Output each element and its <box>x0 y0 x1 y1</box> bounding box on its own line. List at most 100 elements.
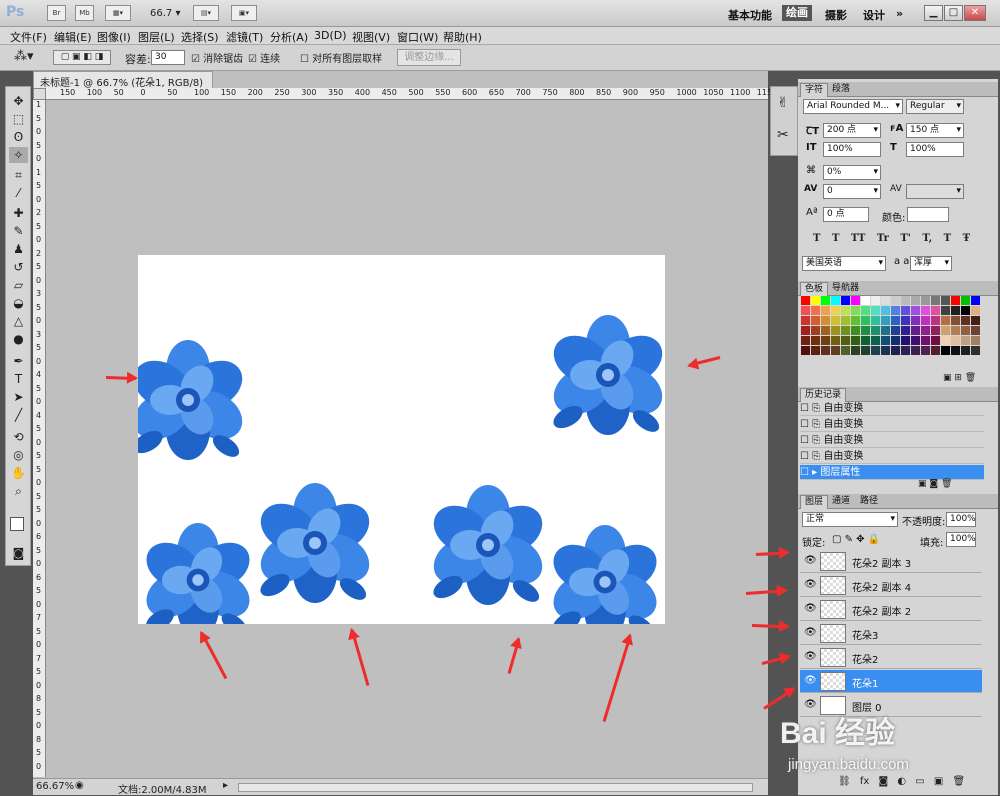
color-swatch[interactable] <box>811 346 820 355</box>
color-swatch[interactable] <box>971 306 980 315</box>
blur-tool-icon[interactable]: △ <box>9 313 28 329</box>
hand-tool-icon[interactable]: ✋ <box>9 465 28 481</box>
workspace-photography[interactable]: 摄影 <box>825 7 847 23</box>
tab-paragraph[interactable]: 段落 <box>828 83 854 97</box>
ruler-origin[interactable] <box>33 88 46 100</box>
color-swatch[interactable] <box>841 326 850 335</box>
color-swatch[interactable] <box>941 336 950 345</box>
history-item[interactable]: ☐ ⎘ 自由变换 <box>800 401 984 416</box>
opacity-input[interactable]: 100% <box>946 512 976 527</box>
line-tool-icon[interactable]: ╱ <box>9 407 28 423</box>
visibility-eye-icon[interactable]: 👁 <box>804 579 817 590</box>
color-swatch[interactable] <box>821 346 830 355</box>
color-swatch[interactable] <box>951 306 960 315</box>
color-swatch[interactable] <box>881 326 890 335</box>
language-select[interactable]: 美国英语 <box>802 256 886 271</box>
color-swatch[interactable] <box>811 316 820 325</box>
brush-presets-icon[interactable]: ✌ <box>777 95 789 111</box>
contiguous-checkbox[interactable]: ☑ 连续 <box>248 50 280 65</box>
color-swatch[interactable] <box>871 336 880 345</box>
history-item-selected[interactable]: ☐ ▸ 图层属性 <box>800 465 984 480</box>
color-swatch[interactable] <box>801 346 810 355</box>
color-swatch[interactable] <box>821 336 830 345</box>
color-swatch[interactable] <box>921 296 930 305</box>
color-swatch[interactable] <box>921 306 930 315</box>
color-swatch[interactable] <box>831 326 840 335</box>
history-item[interactable]: ☐ ⎘ 自由变换 <box>800 433 984 448</box>
color-swatch[interactable] <box>941 306 950 315</box>
menu-view[interactable]: 视图(V) <box>352 29 390 45</box>
color-swatch[interactable] <box>971 346 980 355</box>
color-swatch[interactable] <box>881 296 890 305</box>
brush-tool-icon[interactable]: ✎ <box>9 223 28 239</box>
history-panel-icons[interactable]: ▣ ◙ 🗑 <box>918 479 952 489</box>
text-style-buttons[interactable]: T T TT Tr T' T, T Ŧ <box>813 233 983 244</box>
color-swatch[interactable] <box>971 296 980 305</box>
document-tab[interactable]: 未标题-1 @ 66.7% (花朵1, RGB/8) * ⊠ <box>33 71 213 100</box>
color-swatch[interactable] <box>961 326 970 335</box>
color-swatch[interactable] <box>871 346 880 355</box>
color-swatch[interactable] <box>971 336 980 345</box>
color-swatch[interactable] <box>841 316 850 325</box>
color-swatch[interactable] <box>911 306 920 315</box>
color-swatch[interactable] <box>921 336 930 345</box>
color-swatch[interactable] <box>841 296 850 305</box>
tracking-input[interactable] <box>906 184 964 199</box>
layer-row[interactable]: 👁 花朵3 <box>800 622 982 645</box>
baseline-shift-input[interactable]: 0 点 <box>823 207 869 222</box>
color-swatch[interactable] <box>801 296 810 305</box>
workspace-design[interactable]: 设计 <box>863 7 885 23</box>
color-swatch[interactable] <box>831 316 840 325</box>
color-swatch[interactable] <box>941 346 950 355</box>
leading-input[interactable]: 150 点 <box>906 123 964 138</box>
menu-file[interactable]: 文件(F) <box>10 29 47 45</box>
menu-image[interactable]: 图像(I) <box>97 29 131 45</box>
clone-stamp-icon[interactable]: ♟ <box>9 241 28 257</box>
visibility-eye-icon[interactable]: 👁 <box>804 651 817 662</box>
color-swatch[interactable] <box>891 306 900 315</box>
color-swatch[interactable] <box>831 336 840 345</box>
color-swatch[interactable] <box>811 336 820 345</box>
zoom-level-dropdown[interactable]: 66.7 ▾ <box>150 8 180 19</box>
color-swatch[interactable] <box>851 296 860 305</box>
tab-character[interactable]: 字符 <box>800 83 829 97</box>
tool-presets-icon[interactable]: ✂ <box>777 127 789 143</box>
color-swatch[interactable] <box>931 306 940 315</box>
color-swatch[interactable] <box>961 296 970 305</box>
color-swatch[interactable] <box>961 346 970 355</box>
close-button[interactable]: ✕ <box>964 5 986 21</box>
quick-mask-icon[interactable]: ◙ <box>9 545 28 561</box>
color-swatch[interactable] <box>911 326 920 335</box>
color-swatch[interactable] <box>801 336 810 345</box>
history-brush-icon[interactable]: ↺ <box>9 259 28 275</box>
color-swatch[interactable] <box>931 336 940 345</box>
visibility-eye-icon[interactable]: 👁 <box>804 555 817 566</box>
tolerance-input[interactable]: 30 <box>151 50 185 65</box>
anti-alias-checkbox[interactable]: ☑ 消除锯齿 <box>191 50 243 65</box>
color-swatch[interactable] <box>881 316 890 325</box>
color-swatch[interactable] <box>801 306 810 315</box>
workspace-more-button[interactable]: » <box>896 7 903 20</box>
blend-mode-select[interactable]: 正常 <box>802 512 898 527</box>
workspace-painting[interactable]: 绘画 <box>782 5 812 21</box>
color-swatch[interactable] <box>871 326 880 335</box>
pen-tool-icon[interactable]: ✒ <box>9 353 28 369</box>
color-swatch[interactable] <box>911 316 920 325</box>
tab-layers[interactable]: 图层 <box>800 495 829 509</box>
color-swatch[interactable] <box>861 316 870 325</box>
color-swatch[interactable] <box>941 326 950 335</box>
tab-history[interactable]: 历史记录 <box>800 388 847 402</box>
eyedropper-tool-icon[interactable]: ⁄ <box>9 185 28 201</box>
layer-row[interactable]: 👁 花朵2 <box>800 646 982 669</box>
superscript-button[interactable]: T' <box>900 233 911 244</box>
menu-window[interactable]: 窗口(W) <box>397 29 438 45</box>
color-swatch[interactable] <box>931 316 940 325</box>
foreground-color-swatch[interactable] <box>10 517 24 531</box>
kerning-input[interactable]: 0 <box>823 184 881 199</box>
color-swatch[interactable] <box>901 306 910 315</box>
magic-wand-icon[interactable]: ⁂▾ <box>14 49 34 64</box>
vertical-scale-input[interactable]: 100% <box>823 142 881 157</box>
type-tool-icon[interactable]: T <box>9 371 28 387</box>
menu-help[interactable]: 帮助(H) <box>443 29 482 45</box>
horizontal-scale-input[interactable]: 100% <box>906 142 964 157</box>
